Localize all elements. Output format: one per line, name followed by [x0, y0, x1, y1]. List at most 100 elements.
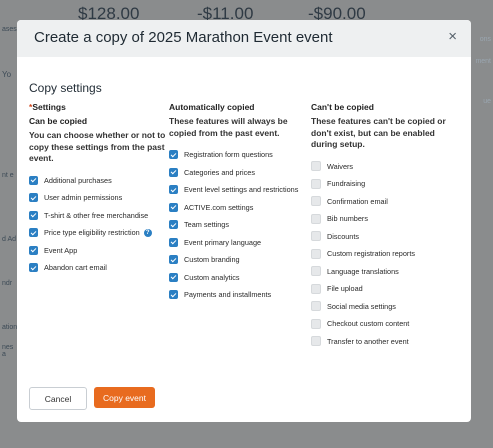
- background-fragment: ases: [2, 26, 17, 33]
- not-copied-list: Waivers Fundraising Confirmation email B…: [311, 158, 461, 351]
- background-fragment: ation: [2, 324, 18, 331]
- list-item-label: Custom branding: [184, 255, 240, 265]
- list-item-label: Categories and prices: [184, 167, 255, 177]
- settings-item-user-admin-permissions[interactable]: User admin permissions: [29, 189, 169, 207]
- list-item: Categories and prices: [169, 164, 311, 182]
- list-item-label: Confirmation email: [327, 196, 388, 206]
- checkbox-checked-disabled: [169, 237, 178, 247]
- settings-item-additional-purchases[interactable]: Additional purchases: [29, 172, 169, 190]
- list-item: Waivers: [311, 158, 461, 176]
- checkbox-unchecked-disabled: [311, 283, 321, 294]
- list-item: Event primary language: [169, 234, 311, 252]
- list-item-label: Registration form questions: [184, 150, 273, 160]
- checkbox-checked-disabled: [169, 150, 178, 160]
- background-fragment: nt e: [2, 172, 14, 179]
- list-item: ACTIVE.com settings: [169, 199, 311, 217]
- settings-heading: *Settings: [29, 102, 169, 113]
- list-item-label: Transfer to another event: [327, 336, 409, 346]
- background-fragment: Yo: [2, 70, 12, 79]
- checkbox-unchecked-disabled: [311, 161, 321, 172]
- background-left-strip: ases Yo nt e d Ad ndr ation nes a: [0, 26, 18, 420]
- background-fragment: nes a: [2, 344, 14, 358]
- checkbox-checked[interactable]: [29, 193, 38, 203]
- list-item-label: Waivers: [327, 161, 354, 171]
- list-item: Social media settings: [311, 298, 461, 316]
- settings-item-event-app[interactable]: Event App: [29, 242, 169, 260]
- checkbox-unchecked-disabled: [311, 248, 321, 259]
- checkbox-checked-disabled: [169, 290, 178, 300]
- list-item: Custom branding: [169, 251, 311, 269]
- settings-subheading: Can be copied: [29, 116, 88, 126]
- not-copied-heading: Can't be copied: [311, 102, 374, 112]
- list-item: Payments and installments: [169, 286, 311, 304]
- settings-item-label: Additional purchases: [44, 175, 112, 185]
- list-item-label: Team settings: [184, 220, 230, 230]
- checkbox-unchecked-disabled: [311, 196, 321, 207]
- checkbox-checked[interactable]: [29, 210, 38, 220]
- list-item: Language translations: [311, 263, 461, 281]
- list-item: Custom analytics: [169, 269, 311, 287]
- checkbox-unchecked-disabled: [311, 231, 321, 242]
- copy-event-dialog: Create a copy of 2025 Marathon Event eve…: [17, 20, 471, 422]
- list-item-label: Language translations: [327, 266, 399, 276]
- list-item-label: Checkout custom content: [327, 319, 410, 329]
- checkbox-checked-disabled: [169, 185, 178, 195]
- settings-item-label: Abandon cart email: [44, 263, 107, 273]
- list-item: Custom registration reports: [311, 245, 461, 263]
- list-item: Confirmation email: [311, 193, 461, 211]
- checkbox-checked-disabled: [169, 255, 178, 265]
- background-fragment: ons: [479, 36, 491, 43]
- list-item: File upload: [311, 280, 461, 298]
- list-item-label: Custom analytics: [184, 272, 240, 282]
- list-item-label: Fundraising: [327, 179, 366, 189]
- list-item-label: Event level settings and restrictions: [184, 185, 299, 195]
- list-item: Registration form questions: [169, 146, 311, 164]
- auto-copied-description: These features will always be copied fro…: [169, 116, 288, 138]
- settings-item-abandon-cart-email[interactable]: Abandon cart email: [29, 259, 169, 277]
- settings-heading-label: Settings: [32, 102, 66, 112]
- list-item-label: ACTIVE.com settings: [184, 202, 254, 212]
- auto-copied-list: Registration form questions Categories a…: [169, 146, 311, 304]
- checkbox-checked-disabled: [169, 202, 178, 212]
- list-item-label: Payments and installments: [184, 290, 272, 300]
- list-item-label: File upload: [327, 284, 363, 294]
- settings-item-label: Event App: [44, 245, 78, 255]
- list-item: Event level settings and restrictions: [169, 181, 311, 199]
- settings-item-price-type-restriction[interactable]: Price type eligibility restriction?: [29, 224, 169, 242]
- auto-copied-heading: Automatically copied: [169, 102, 255, 112]
- cancel-button[interactable]: Cancel: [29, 387, 87, 410]
- background-fragment: ndr: [2, 280, 13, 287]
- close-icon[interactable]: ×: [448, 28, 457, 46]
- settings-item-label: Price type eligibility restriction: [44, 228, 140, 238]
- background-fragment: d Ad: [2, 236, 17, 243]
- settings-item-label: User admin permissions: [44, 193, 123, 203]
- checkbox-unchecked-disabled: [311, 336, 321, 347]
- section-title: Copy settings: [29, 81, 102, 95]
- list-item: Bib numbers: [311, 210, 461, 228]
- list-item: Discounts: [311, 228, 461, 246]
- settings-item-tshirt-merchandise[interactable]: T-shirt & other free merchandise: [29, 207, 169, 225]
- background-fragment: ment: [475, 58, 491, 65]
- checkbox-checked-disabled: [169, 272, 178, 282]
- checkbox-unchecked-disabled: [311, 213, 321, 224]
- not-copied-description: These features can't be copied or don't …: [311, 116, 446, 149]
- checkbox-checked[interactable]: [29, 245, 38, 255]
- checkbox-checked-disabled: [169, 220, 178, 230]
- list-item-label: Custom registration reports: [327, 249, 416, 259]
- dialog-title: Create a copy of 2025 Marathon Event eve…: [34, 29, 333, 46]
- checkbox-checked[interactable]: [29, 175, 38, 185]
- help-icon[interactable]: ?: [143, 228, 152, 237]
- checkbox-unchecked-disabled: [311, 178, 321, 189]
- checkbox-unchecked-disabled: [311, 318, 321, 329]
- list-item-label: Bib numbers: [327, 214, 368, 224]
- list-item: Team settings: [169, 216, 311, 234]
- checkbox-checked[interactable]: [29, 228, 38, 238]
- settings-item-label: T-shirt & other free merchandise: [44, 210, 149, 220]
- settings-column: *Settings Can be copied You can choose w…: [29, 102, 169, 277]
- copy-event-button[interactable]: Copy event: [94, 387, 155, 408]
- checkbox-unchecked-disabled: [311, 266, 321, 277]
- settings-list: Additional purchases User admin permissi…: [29, 172, 169, 277]
- checkbox-checked[interactable]: [29, 263, 38, 273]
- list-item-label: Event primary language: [184, 237, 262, 247]
- list-item-label: Discounts: [327, 231, 360, 241]
